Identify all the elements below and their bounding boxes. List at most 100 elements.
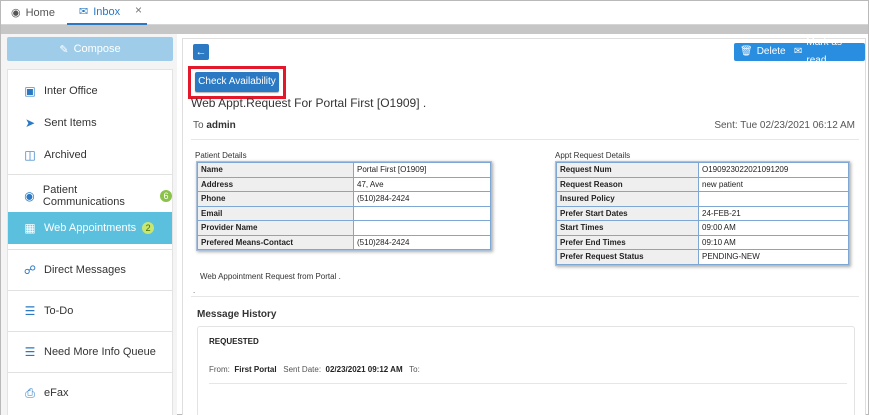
table-key: Provider Name	[197, 220, 354, 236]
history-sent-label: Sent Date:	[283, 365, 322, 374]
message-subject: Web Appt.Request For Portal First [O1909…	[191, 96, 427, 110]
table-row: Email	[197, 205, 491, 221]
sidebar-item-need-more-info-queue[interactable]: ☰ Need More Info Queue	[8, 336, 172, 368]
table-key: Prefer Start Dates	[556, 205, 699, 221]
table-row: Phone (510)284-2424	[197, 191, 491, 207]
message-pane: ← 🗑 Delete ✉ Mark as read Check Availabi…	[182, 37, 866, 415]
to-recipient: admin	[206, 120, 236, 131]
table-row: Start Times 09:00 AM	[556, 220, 849, 236]
to-line: To admin	[193, 120, 236, 131]
table-row: Prefer End Times 09:10 AM	[556, 234, 849, 250]
sidebar-item-label: Sent Items	[44, 117, 97, 129]
table-key: Prefer Request Status	[556, 249, 699, 265]
fax-icon: ⎙	[25, 385, 35, 400]
table-value	[353, 220, 491, 236]
table-key: Prefer End Times	[556, 234, 699, 250]
table-row: Prefer Start Dates 24-FEB-21	[556, 205, 849, 221]
delete-button[interactable]: 🗑 Delete	[734, 43, 792, 61]
lock-icon: ☍	[23, 263, 37, 277]
back-button[interactable]: ←	[193, 44, 209, 60]
sidebar-item-archived[interactable]: ◫ Archived	[8, 139, 172, 171]
calendar-icon: ▦	[24, 221, 36, 235]
message-history-title: Message History	[197, 309, 277, 320]
table-row: Name Portal First [O1909]	[197, 162, 491, 178]
sidebar-item-label: Web Appointments	[44, 222, 137, 234]
table-row: Address 47, Ave	[197, 176, 491, 192]
message-history-entry: REQUESTED From: First Portal Sent Date: …	[197, 326, 855, 415]
top-tab-bar: ◉ Home ✉ Inbox ×	[1, 1, 868, 25]
count-badge: 6	[160, 190, 172, 202]
close-tab-icon[interactable]: ×	[135, 3, 142, 17]
sidebar-item-label: Inter Office	[44, 85, 98, 97]
table-key: Request Reason	[556, 176, 699, 192]
table-row: Insured Policy	[556, 191, 849, 207]
sidebar-item-direct-messages[interactable]: ☍ Direct Messages	[8, 254, 172, 286]
sidebar-divider	[8, 290, 172, 291]
table-value: O190923022021091209	[698, 162, 849, 178]
sidebar-item-label: To-Do	[44, 305, 74, 317]
table-row: Prefered Means-Contact (510)284-2424	[197, 234, 491, 250]
header-divider	[1, 25, 868, 34]
sidebar-nav: ▣ Inter Office ➤ Sent Items ◫ Archived ◉…	[7, 69, 173, 415]
sidebar-divider	[8, 331, 172, 332]
tab-inbox-label: Inbox	[93, 6, 121, 18]
history-meta: From: First Portal Sent Date: 02/23/2021…	[209, 365, 420, 374]
check-availability-button[interactable]: Check Availability	[195, 72, 279, 92]
sidebar-item-web-appointments[interactable]: ▦ Web Appointments 2	[8, 212, 172, 244]
history-from-label: From:	[209, 365, 230, 374]
table-row: Request Num O190923022021091209	[556, 162, 849, 178]
patient-details-table: Name Portal First [O1909] Address 47, Av…	[196, 161, 492, 251]
envelope-icon: ✉	[794, 46, 803, 57]
table-value: new patient	[698, 176, 849, 192]
table-value	[353, 205, 491, 221]
history-status: REQUESTED	[209, 337, 259, 346]
sidebar-item-label: eFax	[44, 387, 69, 399]
sidebar-item-label: Patient Communications	[42, 184, 125, 208]
table-value: (510)284-2424	[353, 234, 491, 250]
table-key: Start Times	[556, 220, 699, 236]
table-row: Prefer Request Status PENDING-NEW	[556, 249, 849, 265]
divider	[191, 139, 859, 140]
mark-as-read-label: Mark as read	[806, 37, 842, 66]
arrow-left-icon: ←	[195, 46, 207, 58]
list-icon: ☰	[24, 345, 36, 359]
tab-home-label: Home	[25, 7, 55, 19]
sent-timestamp: Sent: Tue 02/23/2021 06:12 AM	[714, 120, 855, 131]
history-sent-value: 02/23/2021 09:12 AM	[325, 365, 403, 374]
count-badge: 2	[142, 222, 155, 234]
archive-icon: ◫	[24, 148, 36, 162]
envelope-icon: ✉	[79, 6, 89, 18]
appt-details-table: Request Num O190923022021091209 Request …	[555, 161, 850, 266]
sidebar-item-to-do[interactable]: ☰ To-Do	[8, 295, 172, 327]
tab-home[interactable]: ◉ Home	[11, 1, 55, 25]
to-prefix: To	[193, 120, 204, 131]
message-body-dot: .	[193, 286, 196, 295]
chat-icon: ◉	[24, 189, 35, 203]
compose-label: Compose	[73, 43, 121, 55]
patient-details-title: Patient Details	[195, 151, 247, 160]
send-icon: ➤	[24, 116, 36, 130]
sidebar-item-label: Archived	[44, 149, 87, 161]
highlight-box: Check Availability	[188, 66, 286, 99]
table-value: 09:00 AM	[698, 220, 849, 236]
table-key: Prefered Means-Contact	[197, 234, 354, 250]
mark-as-read-button[interactable]: ✉ Mark as read	[788, 37, 865, 66]
table-value: 24-FEB-21	[698, 205, 849, 221]
sidebar-divider	[8, 249, 172, 250]
sidebar-item-inter-office[interactable]: ▣ Inter Office	[8, 75, 172, 107]
compose-button[interactable]: ✎ Compose	[7, 37, 173, 61]
sidebar-divider	[8, 174, 172, 175]
sidebar: ✎ Compose ▣ Inter Office ➤ Sent Items ◫ …	[1, 34, 177, 415]
sidebar-item-efax[interactable]: ⎙ eFax	[8, 377, 172, 409]
table-value: 09:10 AM	[698, 234, 849, 250]
sidebar-item-sent-items[interactable]: ➤ Sent Items	[8, 107, 172, 139]
sidebar-item-patient-communications[interactable]: ◉ Patient Communications 6	[8, 180, 172, 212]
sidebar-divider	[8, 372, 172, 373]
table-key: Request Num	[556, 162, 699, 178]
table-value	[698, 191, 849, 207]
table-row: Request Reason new patient	[556, 176, 849, 192]
divider	[209, 383, 847, 384]
dashboard-icon: ◉	[11, 7, 21, 19]
history-to-label: To:	[409, 365, 420, 374]
sidebar-item-label: Need More Info Queue	[44, 346, 156, 358]
